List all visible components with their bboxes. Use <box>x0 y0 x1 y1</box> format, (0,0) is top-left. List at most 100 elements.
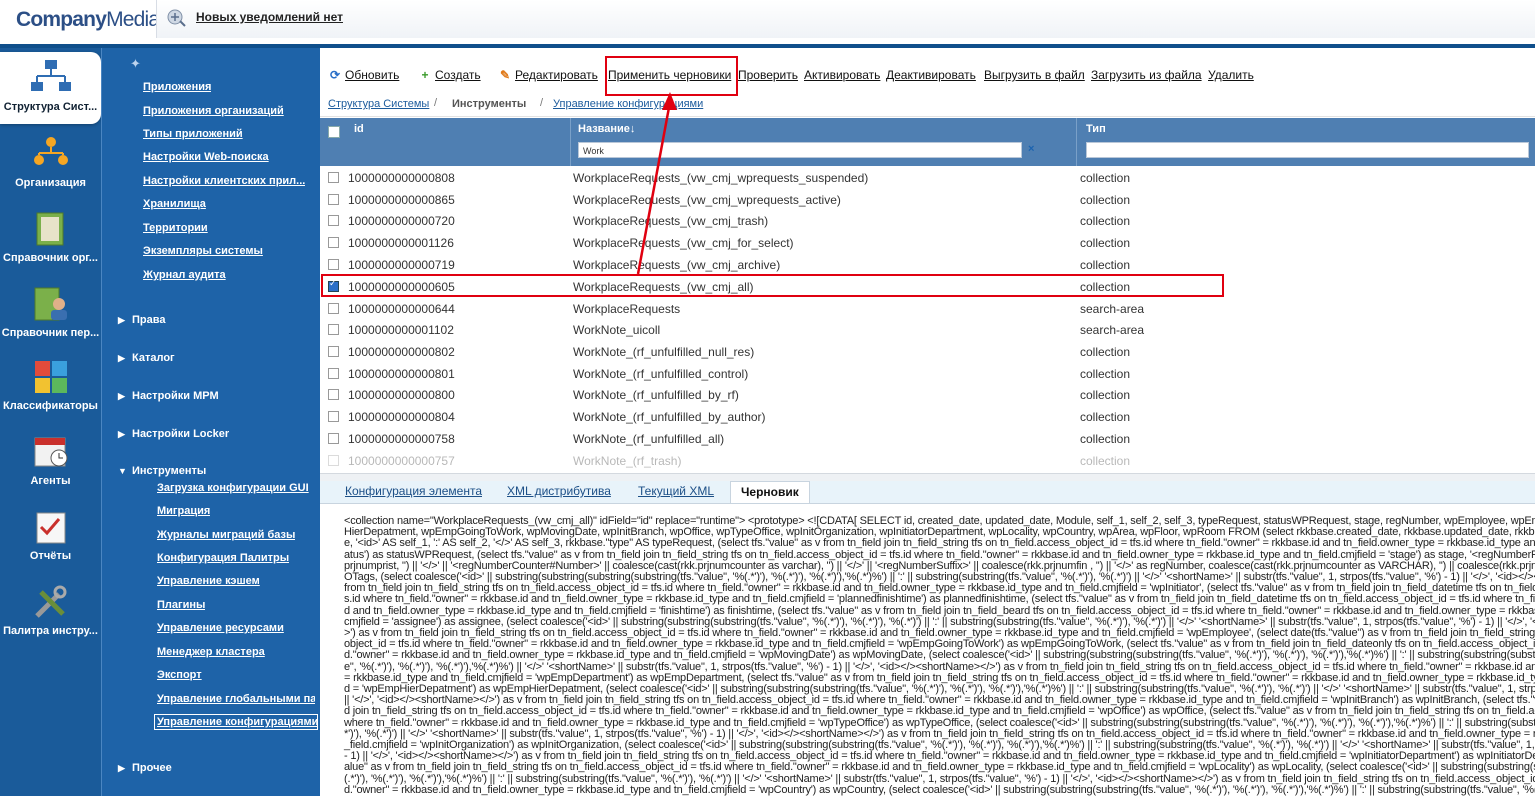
check-button[interactable]: Проверить <box>738 68 798 82</box>
breadcrumb-separator: / <box>540 97 544 109</box>
xml-viewer[interactable]: <collection name="WorkplaceRequests_(vw_… <box>320 504 1535 796</box>
row-checkbox[interactable] <box>328 346 339 357</box>
tab-draft[interactable]: Черновик <box>730 481 810 503</box>
tree-link-instances[interactable]: Экземпляры системы <box>143 245 263 257</box>
table-row[interactable]: 1000000000000719 WorkplaceRequests_(vw_cm… <box>320 253 1535 275</box>
report-icon <box>36 512 65 544</box>
tree-link-org-applications[interactable]: Приложения организаций <box>143 105 284 117</box>
type-filter-input[interactable] <box>1086 142 1529 158</box>
tree-link-plugins[interactable]: Плагины <box>157 599 205 611</box>
tab-distribution-xml[interactable]: XML дистрибутива <box>507 484 611 498</box>
tree-link-cluster-manager[interactable]: Менеджер кластера <box>157 646 265 658</box>
table-row[interactable]: 1000000000000644 WorkplaceRequests search-… <box>320 297 1535 319</box>
tree-group-rights[interactable]: ▶ Права <box>118 314 165 326</box>
name-filter-input[interactable]: Work <box>578 142 1022 158</box>
tree-link-config-management[interactable]: Управление конфигурациями <box>154 714 318 730</box>
table-row[interactable]: 1000000000000808 WorkplaceRequests_(vw_cm… <box>320 166 1535 188</box>
row-checkbox[interactable] <box>328 194 339 205</box>
tree-link-territories[interactable]: Территории <box>143 222 208 234</box>
table-row[interactable]: 1000000000000801 WorkNote_(rf_unfulfilled… <box>320 362 1535 384</box>
table-row[interactable]: 1000000000001102 WorkNote_uicoll search-ar… <box>320 318 1535 340</box>
table-row[interactable]: 1000000000000757 WorkNote_(rf_trash) colle… <box>320 449 1535 471</box>
tab-element-config[interactable]: Конфигурация элемента <box>345 484 482 498</box>
structure-icon <box>30 60 71 91</box>
tree-link-palette-config[interactable]: Конфигурация Палитры <box>157 552 289 564</box>
tree-link-cache[interactable]: Управление кэшем <box>157 575 260 587</box>
pencil-icon: ✎ <box>499 68 511 82</box>
row-checkbox[interactable] <box>328 411 339 422</box>
nav-item-structure[interactable]: Структура Сист... <box>0 52 101 124</box>
expand-arrow-icon: ▶ <box>118 763 125 773</box>
tree-link-web-search[interactable]: Настройки Web-поиска <box>143 151 269 163</box>
tree-group-tools[interactable]: ▼ Инструменты <box>118 465 206 477</box>
column-header-type[interactable]: Тип <box>1086 123 1106 135</box>
tree-link-migration[interactable]: Миграция <box>157 505 210 517</box>
deactivate-button[interactable]: Деактивировать <box>886 68 976 82</box>
tree-group-other[interactable]: ▶ Прочее <box>118 762 172 774</box>
refresh-button[interactable]: ⟳ Обновить <box>328 68 399 82</box>
tree-group-catalog[interactable]: ▶ Каталог <box>118 352 175 364</box>
tree-link-applications[interactable]: Приложения <box>143 81 211 93</box>
tree-link-storages[interactable]: Хранилища <box>143 198 206 210</box>
table-row[interactable]: 1000000000000720 WorkplaceRequests_(vw_cm… <box>320 209 1535 231</box>
company-logo[interactable]: CompanyMedia <box>16 8 160 32</box>
nav-label: Агенты <box>30 475 71 487</box>
table-row[interactable]: 1000000000000758 WorkNote_(rf_unfulfilled… <box>320 427 1535 449</box>
breadcrumb-root[interactable]: Структура Системы <box>328 98 429 110</box>
breadcrumb-middle: Инструменты <box>452 98 527 110</box>
table-row[interactable]: 1000000000000800 WorkNote_(rf_unfulfilled… <box>320 383 1535 405</box>
row-checkbox[interactable] <box>328 324 339 335</box>
activate-button[interactable]: Активировать <box>804 68 880 82</box>
row-checkbox[interactable] <box>328 303 339 314</box>
nav-item-reports[interactable]: Отчёты <box>0 501 101 573</box>
pin-icon[interactable]: ✦ <box>130 56 141 72</box>
table-row[interactable]: 1000000000000804 WorkNote_(rf_unfulfilled… <box>320 405 1535 427</box>
tree-link-app-types[interactable]: Типы приложений <box>143 128 243 140</box>
expand-arrow-icon: ▶ <box>118 353 125 363</box>
tree-link-gui-config-load[interactable]: Загрузка конфигурации GUI <box>157 482 317 494</box>
edit-button[interactable]: ✎ Редактировать <box>498 68 598 82</box>
column-header-name[interactable]: Название↓ <box>578 123 635 135</box>
detail-tabs: Конфигурация элемента XML дистрибутива Т… <box>320 481 1535 504</box>
tree-link-resources[interactable]: Управление ресурсами <box>157 622 284 634</box>
create-button[interactable]: + Создать <box>418 68 480 82</box>
nav-item-people-directory[interactable]: Справочник пер... <box>0 278 101 350</box>
row-checkbox[interactable] <box>328 215 339 226</box>
row-checkbox[interactable] <box>328 389 339 400</box>
tab-current-xml[interactable]: Текущий XML <box>638 484 714 498</box>
nav-item-tools-palette[interactable]: Палитра инстру... <box>0 576 101 648</box>
row-checkbox[interactable] <box>328 455 339 466</box>
top-bar: CompanyMedia Новых уведомлений нет <box>0 0 1535 45</box>
notification-icon[interactable] <box>166 7 188 29</box>
nav-label: Организация <box>15 177 86 189</box>
nav-item-organization[interactable]: Организация <box>0 128 101 200</box>
tree-link-audit-log[interactable]: Журнал аудита <box>143 269 226 281</box>
tree-link-global-params[interactable]: Управление глобальными па <box>157 693 315 705</box>
breadcrumb-current[interactable]: Управление конфигурациями <box>553 98 703 110</box>
expand-arrow-icon: ▶ <box>118 391 125 401</box>
nav-item-classifiers[interactable]: Классификаторы <box>0 351 101 423</box>
select-all-checkbox[interactable] <box>328 126 340 138</box>
notification-text[interactable]: Новых уведомлений нет <box>196 10 343 24</box>
row-checkbox[interactable] <box>328 259 339 270</box>
column-header-id[interactable]: id <box>354 123 364 135</box>
row-checkbox[interactable] <box>328 368 339 379</box>
grid-body: 1000000000000808 WorkplaceRequests_(vw_cm… <box>320 166 1535 472</box>
table-row[interactable]: 1000000000001126 WorkplaceRequests_(vw_cm… <box>320 231 1535 253</box>
tree-group-mrm-settings[interactable]: ▶ Настройки МРМ <box>118 390 219 402</box>
table-row[interactable]: 1000000000000802 WorkNote_(rf_unfulfilled… <box>320 340 1535 362</box>
nav-item-org-directory[interactable]: Справочник орг... <box>0 203 101 275</box>
tree-link-client-settings[interactable]: Настройки клиентских прил... <box>143 175 305 187</box>
clear-filter-icon[interactable]: × <box>1028 143 1034 155</box>
row-checkbox[interactable] <box>328 237 339 248</box>
import-button[interactable]: Загрузить из файла <box>1091 68 1202 82</box>
tree-link-migration-logs[interactable]: Журналы миграций базы <box>157 529 295 541</box>
row-checkbox[interactable] <box>328 433 339 444</box>
nav-item-agents[interactable]: Агенты <box>0 426 101 498</box>
export-button[interactable]: Выгрузить в файл <box>984 68 1085 82</box>
row-checkbox[interactable] <box>328 172 339 183</box>
delete-button[interactable]: Удалить <box>1208 68 1254 82</box>
tree-group-locker-settings[interactable]: ▶ Настройки Locker <box>118 428 229 440</box>
table-row[interactable]: 1000000000000865 WorkplaceRequests_(vw_cm… <box>320 188 1535 210</box>
tree-link-export[interactable]: Экспорт <box>157 669 202 681</box>
